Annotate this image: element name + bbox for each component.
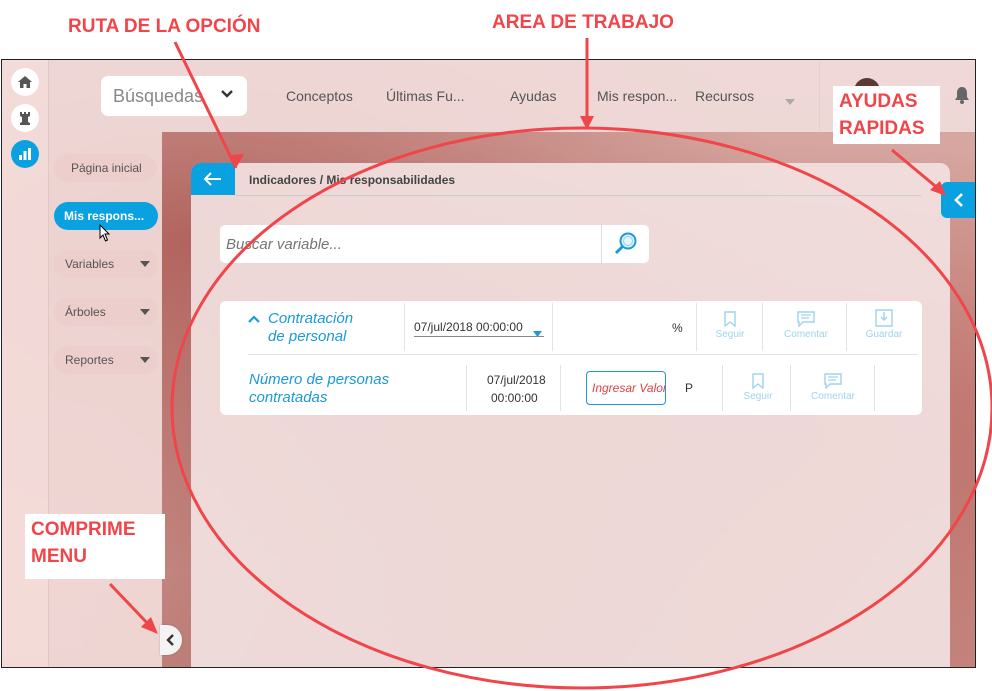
- divider: [552, 303, 553, 351]
- divider: [846, 303, 847, 351]
- caret-down-icon: [140, 357, 150, 363]
- annotation-area: AREA DE TRABAJO: [492, 12, 674, 33]
- comment-button[interactable]: Comentar: [802, 373, 864, 402]
- bell-icon[interactable]: [954, 86, 970, 109]
- annotation-ruta: RUTA DE LA OPCIÓN: [68, 16, 261, 37]
- divider: [696, 303, 697, 351]
- bookmark-icon: [724, 311, 736, 327]
- nav-conceptos[interactable]: Conceptos: [286, 88, 353, 104]
- left-menu: Página inicial Mis respons... Variables …: [49, 132, 162, 667]
- search-icon: [614, 232, 636, 255]
- variable-name-line1[interactable]: Número de personas: [249, 371, 389, 389]
- back-button[interactable]: [191, 163, 235, 195]
- chevron-up-icon[interactable]: [248, 311, 260, 329]
- nav-ayudas[interactable]: Ayudas: [510, 88, 556, 104]
- annotation-ayudas: AYUDAS RAPIDAS: [833, 86, 940, 144]
- divider: [790, 365, 791, 411]
- divider: [762, 303, 763, 351]
- variable-name-line2[interactable]: contratadas: [249, 389, 327, 407]
- cursor-icon: [99, 223, 111, 247]
- divider: [235, 195, 921, 196]
- menu-item-label: Mis respons...: [64, 209, 145, 223]
- nav-recursos[interactable]: Recursos: [695, 88, 754, 104]
- value-input[interactable]: Ingresar Valor: [586, 371, 666, 405]
- menu-item-label: Árboles: [65, 305, 106, 319]
- breadcrumb: Indicadores / Mis responsabilidades: [249, 173, 456, 187]
- home-icon[interactable]: [11, 68, 39, 96]
- comment-icon: [797, 311, 815, 327]
- comment-button[interactable]: Comentar: [776, 311, 836, 340]
- caret-down-icon: [140, 261, 150, 267]
- indicator-card: Contratación de personal 07/jul/2018 00:…: [220, 301, 922, 415]
- variable-unit-label: P: [685, 381, 694, 395]
- save-icon: [875, 309, 893, 327]
- annotation-ayudas-line2: RAPIDAS: [839, 118, 925, 139]
- chart-icon[interactable]: [11, 140, 39, 168]
- nav-mis-respon[interactable]: Mis respon...: [597, 88, 677, 104]
- menu-variables[interactable]: Variables: [54, 250, 158, 278]
- divider: [560, 365, 561, 411]
- variable-search: [220, 225, 649, 263]
- annotation-comprime-line2: MENU: [31, 546, 87, 567]
- value-input-text: Ingresar Valor: [592, 381, 666, 395]
- menu-reportes[interactable]: Reportes: [54, 346, 158, 374]
- comment-label: Comentar: [811, 391, 855, 402]
- divider: [466, 365, 467, 411]
- chevron-down-icon: [219, 86, 235, 107]
- divider: [404, 303, 405, 351]
- date-select[interactable]: 07/jul/2018 00:00:00: [414, 320, 544, 337]
- annotation-comprime-line1: COMPRIME: [31, 519, 136, 540]
- caret-down-icon: [140, 309, 150, 315]
- save-label: Guardar: [865, 329, 903, 340]
- menu-item-label: Página inicial: [71, 161, 142, 175]
- menu-item-label: Reportes: [65, 353, 114, 367]
- unit-label: %: [672, 321, 683, 335]
- work-area: Indicadores / Mis responsabilidades Cont…: [191, 163, 950, 667]
- page: Búsquedas Conceptos Últimas Fu... Ayudas…: [0, 0, 992, 691]
- bookmark-icon: [752, 373, 764, 389]
- search-button[interactable]: [601, 225, 649, 263]
- menu-item-label: Variables: [65, 257, 115, 271]
- search-dropdown-label: Búsquedas: [113, 85, 204, 106]
- comment-label: Comentar: [784, 329, 828, 340]
- nav-ultimas[interactable]: Últimas Fu...: [386, 88, 465, 104]
- search-input[interactable]: [220, 225, 600, 263]
- save-button[interactable]: Guardar: [856, 309, 912, 340]
- annotation-comprime: COMPRIME MENU: [25, 514, 165, 579]
- follow-label: Seguir: [743, 391, 773, 402]
- variable-date-line2: 00:00:00: [491, 391, 538, 405]
- caret-down-icon[interactable]: [785, 92, 795, 110]
- quick-help-button[interactable]: [941, 182, 975, 218]
- annotation-ayudas-line1: AYUDAS: [839, 91, 918, 112]
- caret-down-icon: [533, 324, 542, 342]
- follow-button[interactable]: Seguir: [730, 373, 786, 402]
- comment-icon: [824, 373, 842, 389]
- divider: [722, 365, 723, 411]
- search-dropdown[interactable]: Búsquedas: [101, 76, 247, 116]
- date-select-value: 07/jul/2018 00:00:00: [414, 320, 523, 334]
- variable-date-line1: 07/jul/2018: [487, 373, 546, 387]
- follow-label: Seguir: [715, 329, 745, 340]
- menu-arboles[interactable]: Árboles: [54, 298, 158, 326]
- indicator-name-line1[interactable]: Contratación: [268, 310, 353, 328]
- indicator-name-line2[interactable]: de personal: [268, 328, 346, 346]
- menu-pagina-inicial[interactable]: Página inicial: [54, 154, 157, 182]
- divider: [874, 365, 875, 411]
- divider: [248, 354, 918, 355]
- follow-button[interactable]: Seguir: [702, 311, 758, 340]
- tower-icon[interactable]: [11, 104, 39, 132]
